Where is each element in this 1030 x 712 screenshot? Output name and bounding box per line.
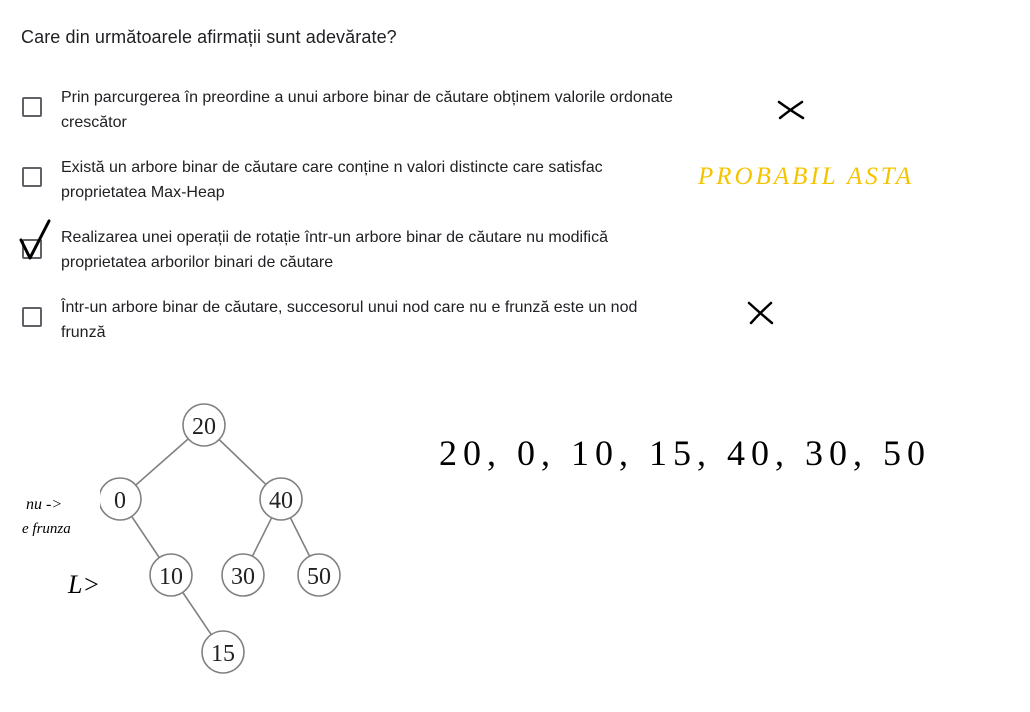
tree-node-label: 30	[231, 564, 255, 590]
tree-node-label: 20	[192, 414, 216, 440]
handwritten-note-arrow: L>	[67, 570, 100, 599]
question-title: Care din următoarele afirmații sunt adev…	[21, 27, 397, 47]
cross-mark-icon-2	[747, 301, 774, 325]
tree-node-label: 15	[211, 641, 235, 667]
option-4[interactable]: Într-un arbore binar de căutare, succeso…	[21, 295, 721, 345]
handwritten-note-1: nu ->	[26, 496, 62, 513]
handwritten-note: nu -> e frunza	[22, 496, 71, 537]
option-1-checkbox[interactable]	[22, 97, 42, 117]
tree-node-label: 40	[269, 488, 293, 514]
option-2-checkbox[interactable]	[22, 167, 42, 187]
option-2[interactable]: Există un arbore binar de căutare care c…	[21, 155, 721, 205]
option-4-checkbox[interactable]	[22, 307, 42, 327]
option-3-label: Realizarea unei operații de rotație într…	[61, 229, 608, 271]
option-1-label: Prin parcurgerea în preordine a unui arb…	[61, 89, 673, 131]
handwritten-note-2: e frunza	[22, 521, 71, 537]
handwritten-note-3: L>	[67, 570, 100, 599]
handwritten-preorder: 20, 0, 10, 15, 40, 30, 50	[439, 433, 931, 473]
option-4-label: Într-un arbore binar de căutare, succeso…	[61, 299, 638, 341]
cross-mark-icon-1	[777, 100, 805, 120]
tree-node-label: 10	[159, 564, 183, 590]
tree-node-label: 50	[307, 564, 331, 590]
probabil-asta-text: PROBABIL ASTA	[697, 163, 914, 190]
probabil-asta-annotation: PROBABIL ASTA	[697, 163, 914, 190]
bst-diagram: 20 0 40 10 30 50 15	[100, 403, 341, 674]
option-3[interactable]: Realizarea unei operații de rotație într…	[21, 225, 721, 275]
option-2-label: Există un arbore binar de căutare care c…	[61, 159, 603, 201]
check-mark-icon	[19, 219, 51, 260]
option-1[interactable]: Prin parcurgerea în preordine a unui arb…	[21, 85, 721, 135]
preorder-sequence-text: 20, 0, 10, 15, 40, 30, 50	[439, 433, 931, 473]
